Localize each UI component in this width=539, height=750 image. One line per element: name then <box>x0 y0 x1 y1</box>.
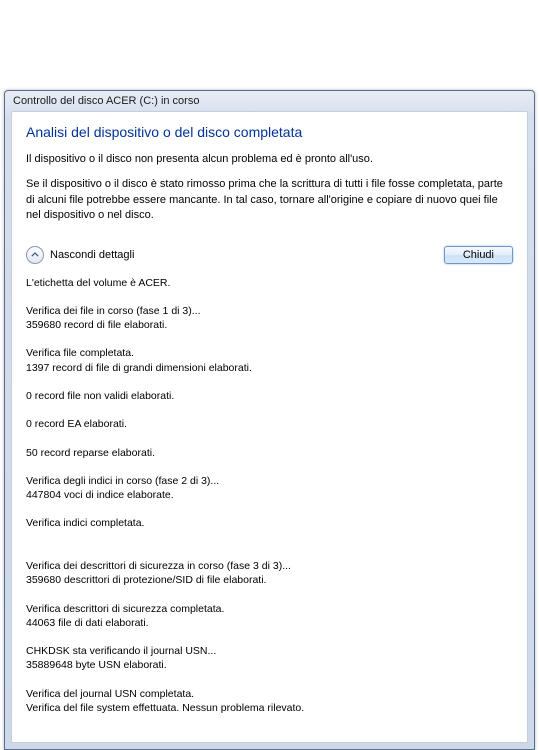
toggle-details-label: Nascondi dettagli <box>50 249 134 261</box>
details-bar: Nascondi dettagli Chiudi <box>26 244 513 264</box>
content-panel: Analisi del dispositivo o del disco comp… <box>11 111 528 743</box>
summary-line-2: Se il dispositivo o il disco è stato rim… <box>26 177 513 223</box>
summary-text: Il dispositivo o il disco non presenta a… <box>26 152 513 234</box>
window-title: Controllo del disco ACER (C:) in corso <box>13 95 199 107</box>
toggle-details-button[interactable]: Nascondi dettagli <box>26 246 134 264</box>
close-button[interactable]: Chiudi <box>444 246 513 264</box>
chevron-up-icon <box>26 246 44 264</box>
chkdsk-log: L'etichetta del volume è ACER. Verifica … <box>26 276 513 730</box>
titlebar: Controllo del disco ACER (C:) in corso <box>5 91 534 111</box>
summary-line-1: Il dispositivo o il disco non presenta a… <box>26 152 513 167</box>
dialog-window: Controllo del disco ACER (C:) in corso A… <box>4 90 535 750</box>
dialog-heading: Analisi del dispositivo o del disco comp… <box>26 124 513 140</box>
